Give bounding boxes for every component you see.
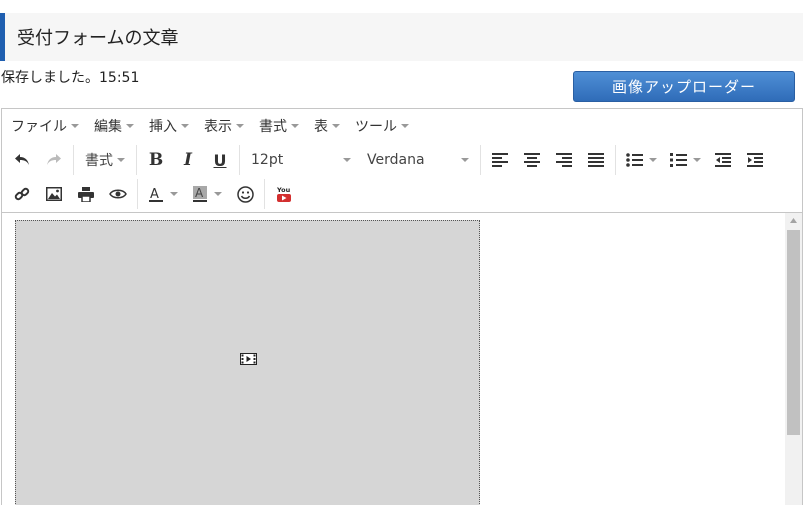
smiley-icon <box>236 185 254 203</box>
insert-link-button[interactable] <box>6 180 38 208</box>
indent-button[interactable] <box>739 146 771 174</box>
outdent-button[interactable] <box>707 146 739 174</box>
format-dropdown[interactable]: 書式 <box>77 146 133 174</box>
bullet-list-button[interactable] <box>619 146 663 174</box>
image-icon <box>46 187 62 201</box>
chevron-down-icon <box>181 124 189 128</box>
page-title-text: 受付フォームの文章 <box>17 28 179 49</box>
image-uploader-button[interactable]: 画像アップローダー <box>573 71 795 102</box>
video-placeholder[interactable] <box>15 220 480 505</box>
align-left-button[interactable] <box>484 146 516 174</box>
menu-insert[interactable]: 挿入 <box>149 116 189 136</box>
underline-button[interactable]: U <box>204 146 236 174</box>
italic-icon: I <box>184 150 192 170</box>
film-icon <box>240 353 257 365</box>
chevron-down-icon <box>461 158 469 162</box>
chevron-down-icon <box>332 124 340 128</box>
toolbar-separator <box>264 179 265 209</box>
menu-table[interactable]: 表 <box>314 116 340 136</box>
youtube-icon: You <box>276 186 291 202</box>
italic-button[interactable]: I <box>172 146 204 174</box>
menubar: ファイル 編集 挿入 表示 書式 表 ツール <box>2 109 802 143</box>
undo-icon <box>15 154 29 165</box>
emoticon-button[interactable] <box>229 180 261 208</box>
numbered-list-button[interactable] <box>663 146 707 174</box>
font-size-dropdown[interactable]: 12pt <box>243 146 359 174</box>
chevron-down-icon <box>401 124 409 128</box>
toolbar-row-2: A A You <box>2 177 802 211</box>
link-icon <box>14 187 30 201</box>
svg-text:A: A <box>195 186 204 200</box>
bold-icon: B <box>148 150 164 170</box>
bold-button[interactable]: B <box>140 146 172 174</box>
chevron-down-icon <box>236 124 244 128</box>
bullet-list-icon <box>625 153 643 167</box>
menu-format[interactable]: 書式 <box>259 116 299 136</box>
scroll-up-arrow[interactable] <box>785 213 802 228</box>
background-color-icon: A <box>193 185 207 202</box>
text-color-icon: A <box>149 187 163 202</box>
menu-tools[interactable]: ツール <box>355 116 409 136</box>
toolbar-separator <box>73 145 74 175</box>
chevron-down-icon <box>117 158 125 162</box>
print-button[interactable] <box>70 180 102 208</box>
menu-file[interactable]: ファイル <box>11 116 79 136</box>
menu-view[interactable]: 表示 <box>204 116 244 136</box>
rich-text-editor: ファイル 編集 挿入 表示 書式 表 ツール 書式 B I U 12pt Ver… <box>1 108 803 505</box>
chevron-down-icon <box>343 158 351 162</box>
youtube-icon-text: You <box>276 186 291 194</box>
page-title: 受付フォームの文章 <box>0 13 803 61</box>
underline-icon: U <box>213 150 227 170</box>
toolbar-separator <box>239 145 240 175</box>
insert-image-button[interactable] <box>38 180 70 208</box>
chevron-down-icon <box>692 158 701 162</box>
chevron-down-icon <box>170 192 178 196</box>
indent-icon <box>747 153 763 167</box>
eye-icon <box>109 189 127 199</box>
align-right-button[interactable] <box>548 146 580 174</box>
toolbar-separator <box>137 179 138 209</box>
editor-content-area[interactable] <box>2 212 802 505</box>
numbered-list-icon <box>669 153 687 167</box>
toolbar-separator <box>480 145 481 175</box>
undo-button[interactable] <box>6 146 38 174</box>
align-justify-icon <box>588 153 604 167</box>
youtube-button[interactable]: You <box>268 180 300 208</box>
chevron-down-icon <box>291 124 299 128</box>
printer-icon <box>78 186 94 202</box>
background-color-button[interactable]: A <box>185 180 229 208</box>
align-left-icon <box>492 153 508 167</box>
align-center-icon <box>524 153 540 167</box>
save-status: 保存しました。15:51 <box>1 70 140 86</box>
redo-button[interactable] <box>38 146 70 174</box>
arrow-up-icon <box>790 218 797 223</box>
scroll-thumb[interactable] <box>787 230 800 435</box>
toolbar-row-1: 書式 B I U 12pt Verdana <box>2 143 802 177</box>
chevron-down-icon <box>71 124 79 128</box>
align-right-icon <box>556 153 572 167</box>
toolbar-separator <box>136 145 137 175</box>
chevron-down-icon <box>126 124 134 128</box>
outdent-icon <box>715 153 731 167</box>
svg-text:A: A <box>150 187 159 202</box>
menu-edit[interactable]: 編集 <box>94 116 134 136</box>
vertical-scrollbar[interactable] <box>785 213 802 505</box>
font-family-dropdown[interactable]: Verdana <box>359 146 477 174</box>
align-justify-button[interactable] <box>580 146 612 174</box>
toolbar-separator <box>615 145 616 175</box>
align-center-button[interactable] <box>516 146 548 174</box>
redo-icon <box>47 154 61 165</box>
chevron-down-icon <box>214 192 222 196</box>
chevron-down-icon <box>648 158 657 162</box>
preview-button[interactable] <box>102 180 134 208</box>
text-color-button[interactable]: A <box>141 180 185 208</box>
